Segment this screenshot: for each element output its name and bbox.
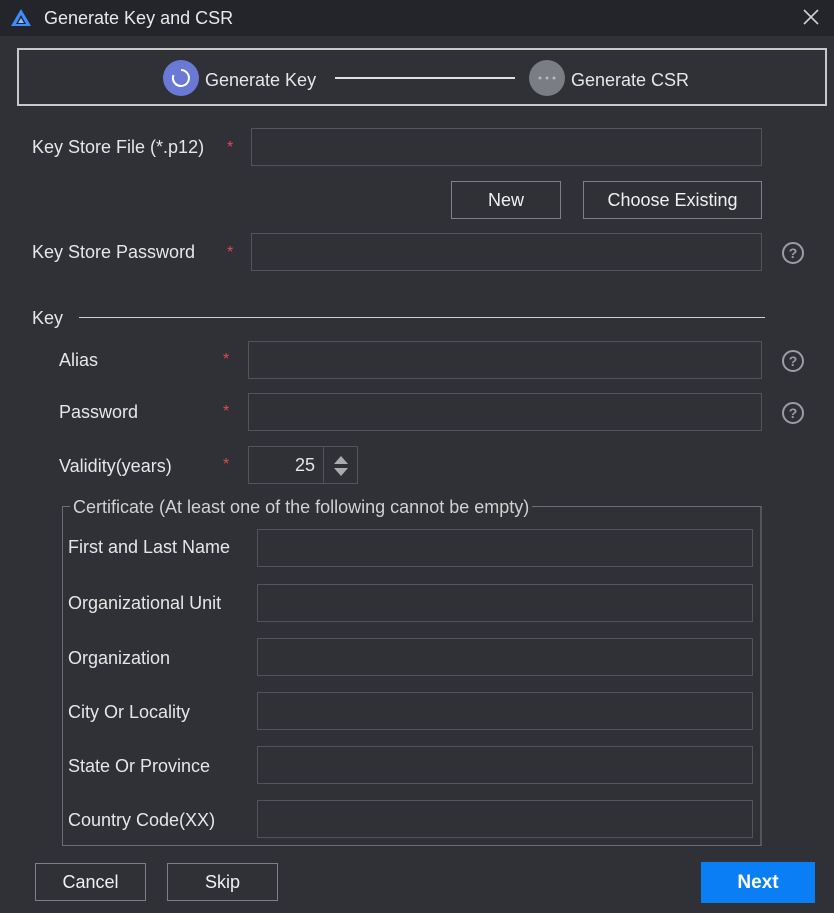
- validity-value[interactable]: 25: [249, 447, 315, 483]
- keystore-file-input[interactable]: [251, 128, 762, 166]
- key-password-input[interactable]: [248, 393, 762, 431]
- step-generate-key-indicator: [163, 60, 199, 96]
- help-icon[interactable]: ?: [781, 241, 805, 265]
- svg-text:?: ?: [789, 405, 798, 421]
- certificate-legend: Certificate (At least one of the followi…: [70, 497, 533, 518]
- svg-text:?: ?: [789, 245, 798, 261]
- step-generate-csr-label: Generate CSR: [571, 70, 690, 90]
- key-section-divider: [79, 317, 765, 318]
- spinbox-divider: [323, 447, 324, 483]
- country-code-input[interactable]: [257, 800, 753, 838]
- required-marker: *: [223, 351, 230, 368]
- keystore-file-label: Key Store File (*.p12): [32, 137, 205, 157]
- more-dots-icon: [538, 76, 556, 80]
- city-locality-input[interactable]: [257, 692, 753, 730]
- key-password-label: Password: [59, 402, 139, 422]
- help-icon[interactable]: ?: [781, 349, 805, 373]
- state-province-input[interactable]: [257, 746, 753, 784]
- validity-label: Validity(years): [59, 456, 172, 476]
- alias-label: Alias: [59, 350, 99, 370]
- new-button[interactable]: New: [451, 181, 561, 219]
- arrow-down-icon[interactable]: [333, 467, 349, 477]
- required-marker: *: [223, 456, 230, 473]
- close-icon[interactable]: [800, 6, 822, 28]
- organization-label: Organization: [68, 648, 171, 668]
- first-last-name-label: First and Last Name: [68, 537, 231, 557]
- organizational-unit-input[interactable]: [257, 584, 753, 622]
- step-indicator: Generate Key Generate CSR: [17, 48, 827, 106]
- next-button[interactable]: Next: [701, 862, 815, 903]
- organization-input[interactable]: [257, 638, 753, 676]
- step-generate-key-label: Generate Key: [205, 70, 317, 90]
- skip-button[interactable]: Skip: [167, 863, 278, 901]
- first-last-name-input[interactable]: [257, 529, 753, 567]
- alias-input[interactable]: [248, 341, 762, 379]
- state-province-label: State Or Province: [68, 756, 211, 776]
- choose-existing-button[interactable]: Choose Existing: [583, 181, 762, 219]
- svg-text:?: ?: [789, 353, 798, 369]
- help-icon[interactable]: ?: [781, 401, 805, 425]
- keystore-password-input[interactable]: [251, 233, 762, 271]
- required-marker: *: [227, 139, 234, 156]
- city-locality-label: City Or Locality: [68, 702, 191, 722]
- refresh-icon: [171, 69, 190, 88]
- step-connector: [335, 77, 515, 79]
- app-logo-icon: [11, 9, 31, 26]
- required-marker: *: [223, 403, 230, 420]
- keystore-password-label: Key Store Password: [32, 242, 196, 262]
- key-section-label: Key: [32, 308, 64, 328]
- required-marker: *: [227, 244, 234, 261]
- arrow-up-icon[interactable]: [333, 455, 349, 465]
- validity-spinbox[interactable]: 25: [248, 446, 358, 484]
- organizational-unit-label: Organizational Unit: [68, 593, 222, 613]
- cancel-button[interactable]: Cancel: [35, 863, 146, 901]
- title-bar: Generate Key and CSR: [0, 0, 834, 36]
- window-title: Generate Key and CSR: [44, 8, 234, 28]
- country-code-label: Country Code(XX): [68, 810, 216, 830]
- step-generate-csr-indicator: [529, 60, 565, 96]
